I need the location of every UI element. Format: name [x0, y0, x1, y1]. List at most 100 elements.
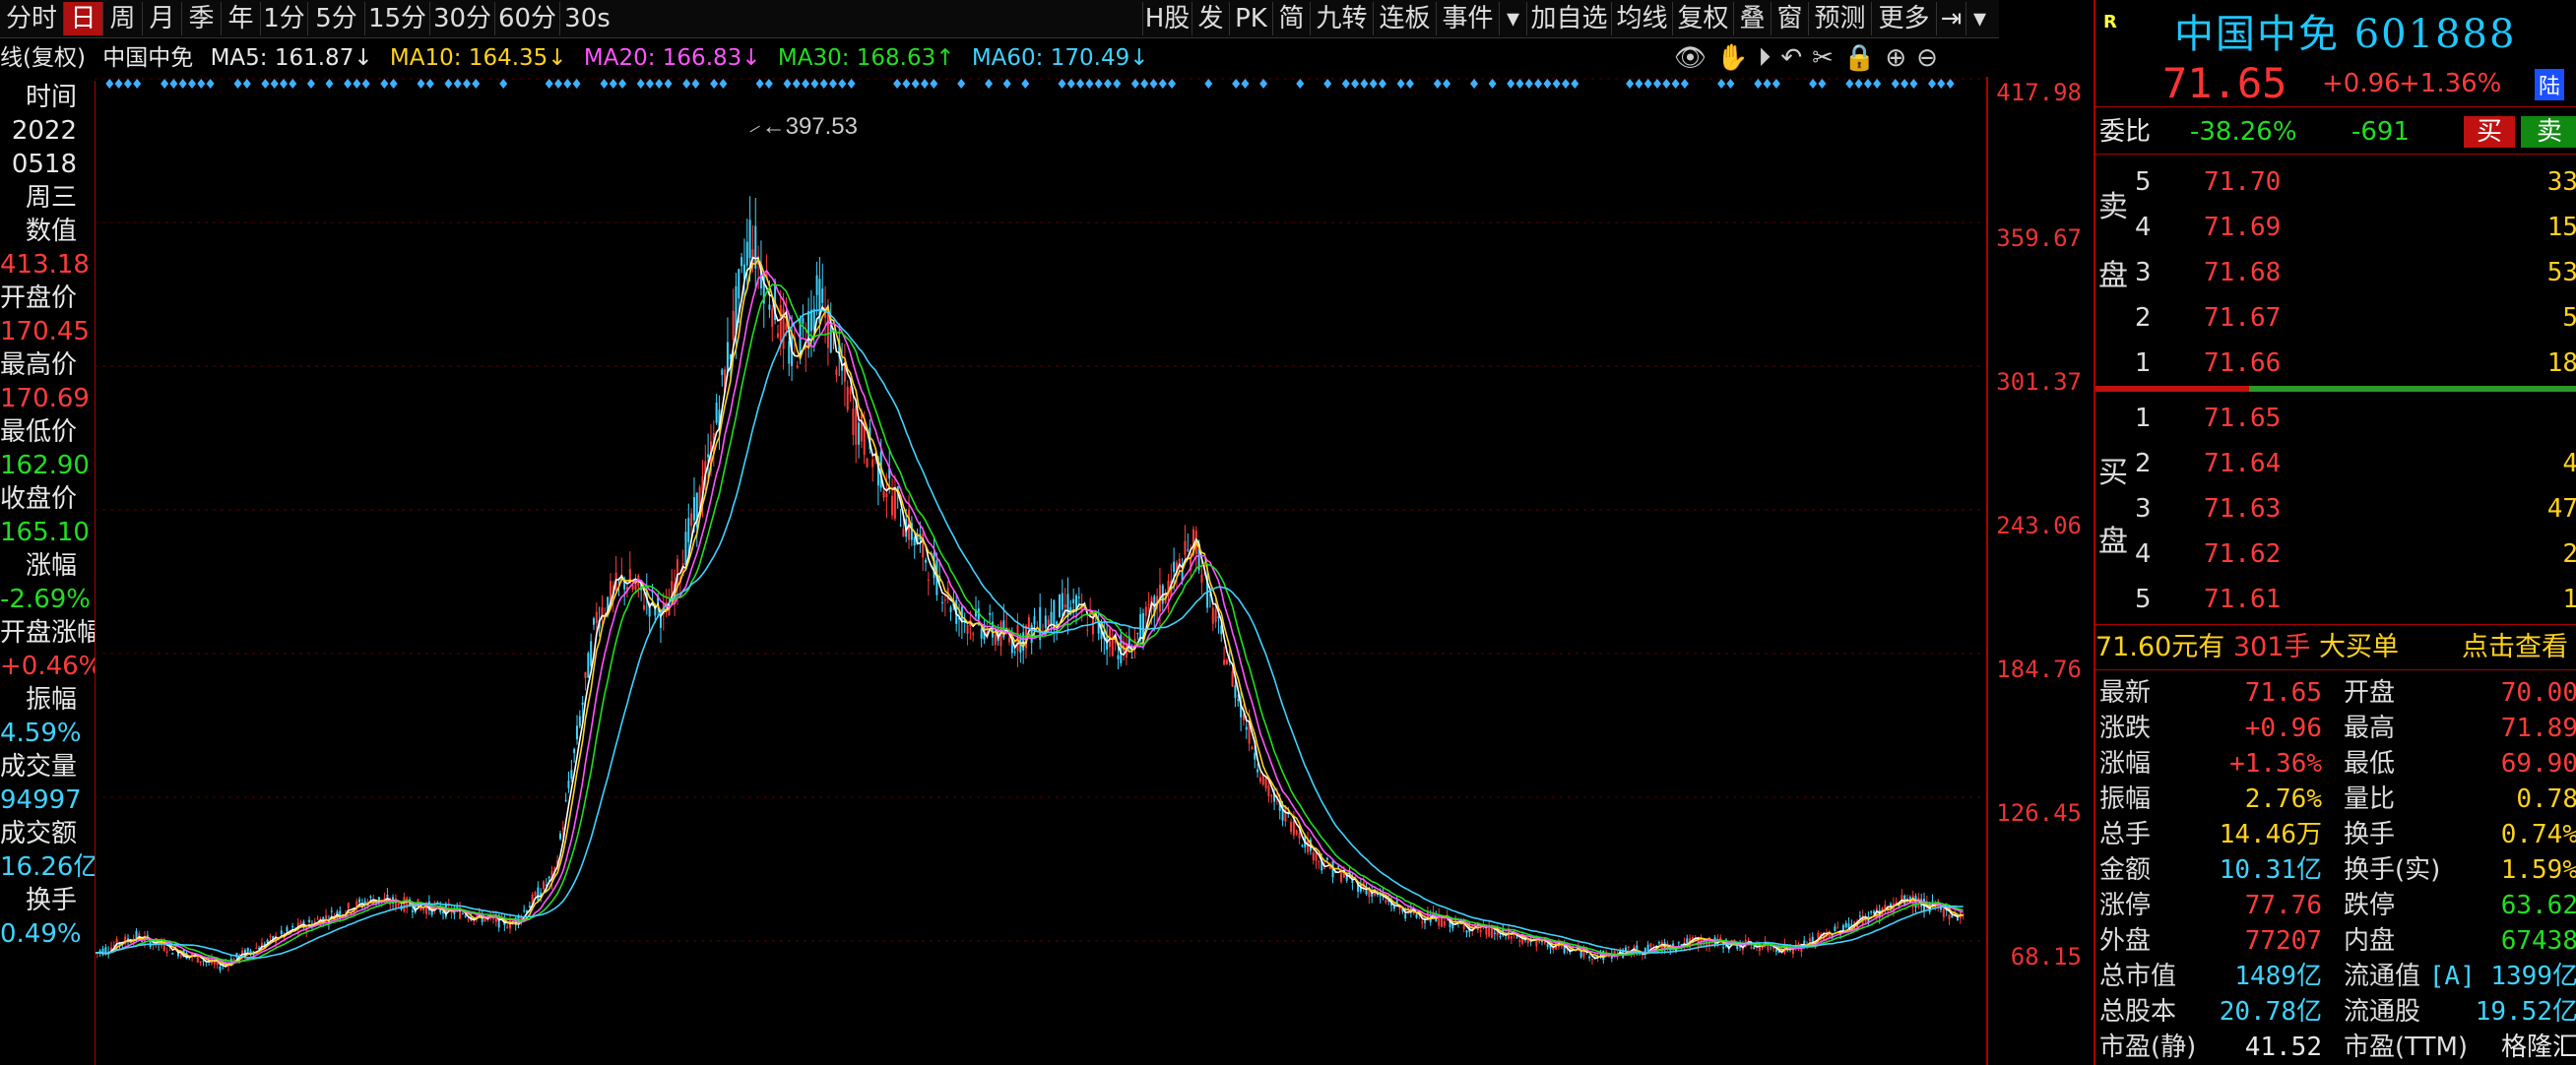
stat-value: 71.89	[2500, 714, 2576, 743]
period-tab[interactable]: 日	[63, 2, 102, 35]
candle-body	[943, 599, 946, 601]
sell-row[interactable]: 2 71.67 5	[2095, 295, 2576, 341]
order-index: 2	[2135, 303, 2152, 333]
event-marker	[1680, 79, 1689, 89]
tool-button[interactable]: H股	[1142, 2, 1191, 35]
event-marker	[1076, 79, 1085, 89]
dropdown-icon[interactable]: ▾	[1965, 2, 1993, 35]
candle-body	[994, 634, 997, 646]
period-tab[interactable]: 年	[221, 2, 260, 35]
period-tab[interactable]: 分时	[0, 2, 63, 35]
big-order-alert[interactable]: 71.60元有 301手 大买单 点击查看	[2095, 628, 2576, 667]
period-tab[interactable]: 30分	[429, 2, 494, 35]
chart-stock-label: 中国中免	[102, 45, 194, 71]
commit-label: 委比	[2099, 117, 2152, 147]
candle-body	[925, 559, 928, 563]
tool-button[interactable]: 均线	[1611, 2, 1672, 35]
event-marker	[1259, 79, 1268, 89]
period-tab[interactable]: 周	[102, 2, 142, 35]
toolbar: 分时日周月季年 1分 5分 15分 30分 60分 30s H股发 PK 简九转 连板 事件 ▾ 加自选均…	[0, 0, 1999, 38]
candle-body	[684, 532, 687, 565]
candle-body	[1027, 617, 1030, 628]
candle-body	[1870, 911, 1873, 913]
stock-name-code[interactable]: 中国中免 601888	[2174, 2, 2516, 59]
stats-row: 市盈(静) 41.52 市盈(TTM) 格隆汇	[2095, 1030, 2576, 1065]
dropdown-icon[interactable]: ▾	[1499, 2, 1526, 35]
tool-button[interactable]: 九转	[1310, 2, 1373, 35]
buy-row[interactable]: 4 71.62 2	[2095, 532, 2576, 577]
sell-row[interactable]: 4 71.69 15	[2095, 205, 2576, 250]
period-tab[interactable]: 5分	[307, 2, 364, 35]
candle-body	[1791, 949, 1794, 955]
event-marker	[197, 79, 206, 89]
buy-row[interactable]: 1 71.65	[2095, 396, 2576, 441]
stats-row: 总市值 1489亿 流通值 [A] 1399亿	[2095, 959, 2576, 994]
candle-body	[741, 257, 743, 267]
event-marker	[1854, 79, 1863, 89]
stat-value: 67438	[2500, 926, 2576, 956]
sell-button[interactable]: 卖	[2521, 116, 2576, 148]
candle-body	[135, 930, 138, 939]
tool-button[interactable]: 复权	[1672, 2, 1733, 35]
candle-body	[902, 529, 905, 537]
candle-body	[966, 624, 969, 635]
candle-body	[1465, 930, 1468, 933]
event-marker	[1204, 79, 1213, 89]
event-marker	[1405, 79, 1414, 89]
event-marker	[893, 79, 902, 89]
sell-row[interactable]: 1 71.66 18	[2095, 341, 2576, 386]
chart-tool-icons[interactable]: 👁✋⏵↶✂🔒⊕⊖	[1674, 43, 1948, 74]
price-axis: 417.98 359.67 301.37 243.06 184.76 126.45 68.1…	[1991, 39, 2090, 1065]
tool-button[interactable]: 简	[1272, 2, 1310, 35]
candle-body	[707, 454, 710, 458]
left-panel-label: 最低价	[0, 417, 78, 447]
period-tab[interactable]: 1分	[260, 2, 307, 35]
candle-body	[835, 369, 838, 376]
candle-body	[715, 402, 718, 423]
candle-body	[255, 947, 258, 949]
tool-button[interactable]: 连板	[1373, 2, 1436, 35]
sell-row[interactable]: 5 71.70 33	[2095, 159, 2576, 205]
stat-value: 77207	[2244, 926, 2322, 956]
buy-row[interactable]: 5 71.61 1	[2095, 577, 2576, 622]
tool-button[interactable]: 预测	[1808, 2, 1871, 35]
event-marker	[114, 79, 123, 89]
tool-button[interactable]: 窗	[1771, 2, 1808, 35]
candle-body	[146, 935, 149, 937]
stat-label: 跌停	[2344, 891, 2396, 920]
candle-body	[1136, 632, 1139, 634]
buy-row[interactable]: 2 71.64 4	[2095, 441, 2576, 486]
buy-row[interactable]: 3 71.63 47	[2095, 486, 2576, 532]
period-tab[interactable]: 30s	[559, 2, 614, 35]
period-tab[interactable]: 月	[142, 2, 181, 35]
tool-button[interactable]: PK	[1229, 2, 1272, 35]
view-big-order-link[interactable]: 点击查看	[2462, 628, 2568, 667]
tool-button[interactable]: 更多	[1871, 2, 1936, 35]
pin-icon[interactable]: ⇥	[1936, 2, 1965, 35]
tool-button[interactable]: 叠	[1733, 2, 1771, 35]
period-tab[interactable]: 15分	[364, 2, 429, 35]
tool-button[interactable]: 加自选	[1526, 2, 1611, 35]
chart-mode-label[interactable]: 线(复权)	[0, 45, 86, 71]
event-marker	[1515, 79, 1524, 89]
candle-body	[1013, 652, 1016, 654]
candle-body	[1948, 914, 1951, 919]
buy-button[interactable]: 买	[2464, 116, 2515, 148]
event-marker	[499, 79, 508, 89]
sell-row[interactable]: 3 71.68 53	[2095, 250, 2576, 295]
tool-button[interactable]: 事件	[1436, 2, 1499, 35]
candle-body	[796, 365, 799, 368]
event-marker	[261, 79, 270, 89]
candle-body	[266, 939, 269, 943]
tool-button[interactable]: 发	[1191, 2, 1229, 35]
period-tab[interactable]: 60分	[494, 2, 559, 35]
candle-body	[1499, 935, 1502, 937]
candle-body	[989, 612, 992, 615]
event-marker	[453, 79, 462, 89]
kline-chart[interactable]: ←397.5351.69	[95, 77, 1991, 1065]
candle-body	[1588, 956, 1591, 959]
candle-body	[1147, 603, 1150, 605]
event-marker	[819, 79, 828, 89]
period-tab[interactable]: 季	[181, 2, 221, 35]
stat-value: +1.36%	[2229, 749, 2322, 779]
